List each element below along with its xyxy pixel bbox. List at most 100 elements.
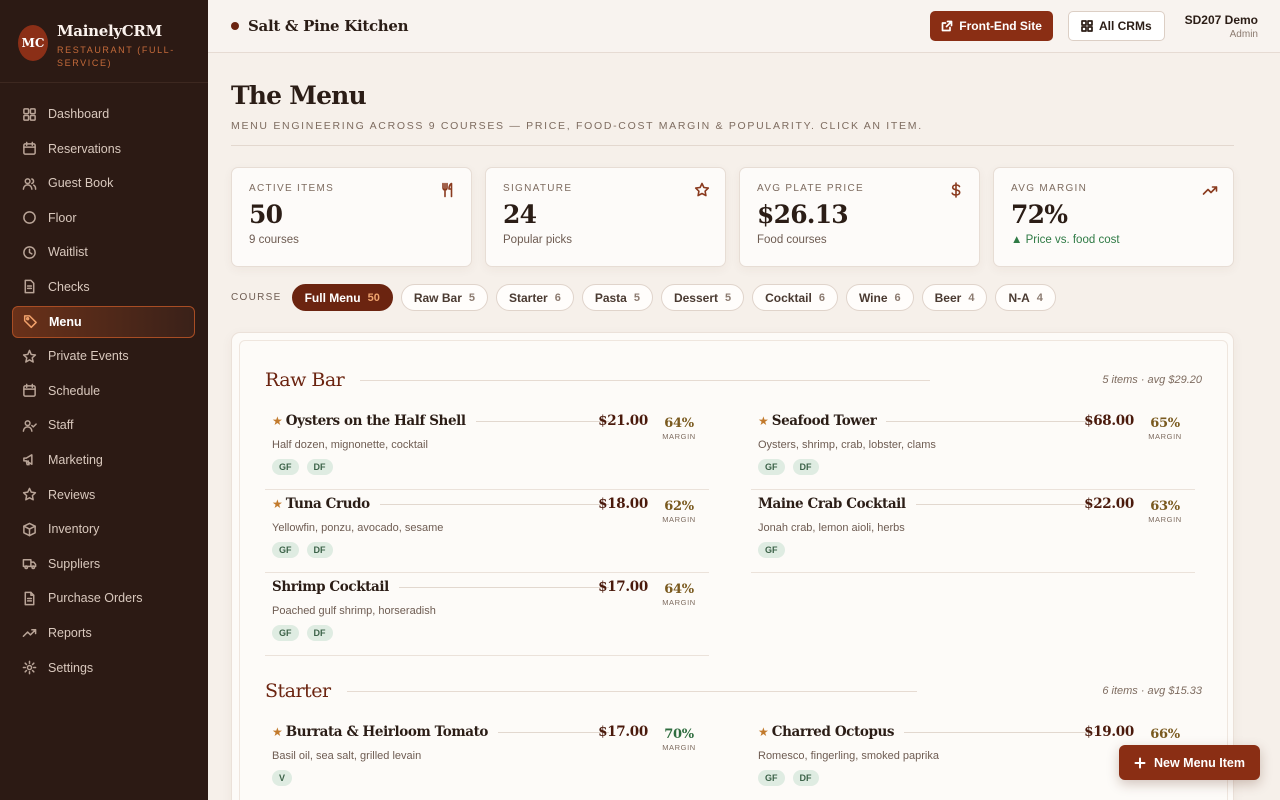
- item-price: $17.00: [598, 724, 648, 740]
- trend-icon: [22, 629, 37, 638]
- brand-name: MainelyCRM: [57, 22, 162, 40]
- sidebar-item-reports[interactable]: Reports: [12, 617, 195, 649]
- sidebar: MC MainelyCRM Restaurant (Full-Service) …: [0, 0, 208, 800]
- diet-tag: GF: [758, 770, 785, 786]
- grid-icon: [23, 107, 36, 121]
- signature-star-icon: ★: [272, 497, 283, 511]
- filter-label: Course: [231, 292, 282, 303]
- sidebar-item-floor[interactable]: Floor: [12, 202, 195, 234]
- sidebar-item-purchase-orders[interactable]: Purchase Orders: [12, 582, 195, 614]
- all-crms-button[interactable]: All CRMs: [1067, 11, 1165, 41]
- diet-tag: DF: [306, 625, 333, 641]
- filter-chip-starter[interactable]: Starter 6: [496, 284, 574, 311]
- item-description: Jonah crab, lemon aioli, herbs: [758, 522, 905, 534]
- course-header-raw-bar: Raw Bar 5 items · avg $29.20: [265, 369, 1202, 391]
- filter-chip-beer[interactable]: Beer 4: [921, 284, 988, 311]
- diet-tag: DF: [306, 459, 333, 475]
- item-description: Oysters, shrimp, crab, lobster, clams: [758, 439, 936, 451]
- sidebar-item-checks[interactable]: Checks: [12, 271, 195, 303]
- menu-item-shrimp-cocktail[interactable]: Shrimp Cocktail $17.00 64% Margin Poached…: [265, 573, 709, 656]
- sidebar-item-guest-book[interactable]: Guest Book: [12, 167, 195, 199]
- sidebar-item-inventory[interactable]: Inventory: [12, 513, 195, 545]
- filter-chip-pasta[interactable]: Pasta 5: [581, 284, 653, 311]
- page-title: The Menu: [231, 81, 367, 110]
- dotted-leader: [379, 503, 609, 505]
- sparkle-icon: [22, 349, 37, 363]
- chip-count: 6: [894, 291, 901, 304]
- sidebar-item-private-events[interactable]: Private Events: [12, 340, 195, 372]
- sidebar-item-label: Schedule: [48, 383, 101, 398]
- star-icon: [22, 487, 37, 501]
- item-price: $68.00: [1084, 413, 1134, 429]
- users-icon: [22, 177, 37, 190]
- filter-chip-n-a[interactable]: N-A 4: [995, 284, 1056, 311]
- menu-item-maine-crab-cocktail[interactable]: Maine Crab Cocktail $22.00 63% Margin Jon…: [751, 490, 1195, 573]
- sidebar-item-label: Waitlist: [48, 245, 88, 260]
- chip-label: Starter: [509, 290, 548, 305]
- all-crms-label: All CRMs: [1098, 19, 1152, 33]
- item-name: Burrata & Heirloom Tomato: [285, 724, 489, 740]
- sidebar-item-staff[interactable]: Staff: [12, 409, 195, 441]
- sidebar-item-label: Marketing: [48, 452, 103, 467]
- sidebar-item-label: Guest Book: [48, 176, 114, 191]
- course-meta: 6 items · avg $15.33: [1102, 685, 1202, 697]
- sidebar-item-suppliers[interactable]: Suppliers: [12, 548, 195, 580]
- item-description: Romesco, fingerling, smoked paprika: [758, 750, 939, 762]
- margin-label: Margin: [662, 515, 696, 524]
- brand[interactable]: MC MainelyCRM Restaurant (Full-Service): [0, 0, 208, 83]
- new-menu-item-label: New Menu Item: [1154, 755, 1245, 770]
- item-price: $19.00: [1084, 724, 1134, 740]
- receipt-icon: [24, 280, 35, 294]
- item-margin: 70%: [664, 727, 694, 742]
- menu-item-tuna-crudo[interactable]: ★ Tuna Crudo $18.00 62% Margin Yellowfin, …: [265, 490, 709, 573]
- filter-chip-wine[interactable]: Wine 6: [845, 284, 914, 311]
- trend-up-icon: [1202, 186, 1218, 195]
- stat-label: Active Items: [249, 183, 335, 194]
- dollar-icon: [951, 182, 961, 198]
- topbar: Salt & Pine Kitchen Front-End Site All C…: [208, 0, 1280, 53]
- chip-count: 4: [968, 291, 975, 304]
- user-menu[interactable]: SD207 Demo Admin: [1185, 13, 1258, 40]
- sidebar-item-menu[interactable]: Menu: [12, 305, 195, 338]
- sidebar-item-label: Purchase Orders: [48, 591, 143, 606]
- menu-item-burrata[interactable]: ★ Burrata & Heirloom Tomato $17.00 70% Mar…: [265, 718, 709, 800]
- calendar-icon: [23, 141, 36, 155]
- diet-tag: GF: [758, 459, 785, 475]
- sidebar-item-dashboard[interactable]: Dashboard: [12, 98, 195, 130]
- sidebar-item-marketing[interactable]: Marketing: [12, 444, 195, 476]
- utensils-icon: [442, 182, 453, 198]
- filter-chip-full-menu[interactable]: Full Menu 50: [291, 284, 393, 311]
- filter-chip-raw-bar[interactable]: Raw Bar 5: [400, 284, 488, 311]
- chip-label: Full Menu: [304, 290, 361, 305]
- sidebar-item-label: Suppliers: [48, 556, 101, 571]
- stat-card-active-items: Active Items 50 9 courses: [231, 167, 472, 267]
- main-content: The Menu Menu engineering across 9 cours…: [208, 54, 1280, 800]
- chip-count: 5: [468, 291, 475, 304]
- dotted-leader: [475, 420, 609, 422]
- menu-item-seafood-tower[interactable]: ★ Seafood Tower $68.00 65% Margin Oysters,…: [751, 407, 1195, 490]
- sidebar-item-reservations[interactable]: Reservations: [12, 133, 195, 165]
- item-margin: 63%: [1150, 499, 1180, 514]
- truck-icon: [22, 559, 37, 570]
- sidebar-item-label: Floor: [48, 210, 77, 225]
- diet-tag: GF: [758, 542, 785, 558]
- front-end-site-button[interactable]: Front-End Site: [930, 11, 1053, 41]
- star-icon: [694, 182, 710, 197]
- stat-value: $26.13: [757, 200, 849, 229]
- sidebar-item-reviews[interactable]: Reviews: [12, 479, 195, 511]
- filter-chip-dessert[interactable]: Dessert 5: [660, 284, 745, 311]
- location-name: Salt & Pine Kitchen: [248, 17, 409, 35]
- margin-label: Margin: [662, 598, 696, 607]
- item-name: Tuna Crudo: [285, 496, 370, 512]
- menu-item-oysters[interactable]: ★ Oysters on the Half Shell $21.00 64% Mar…: [265, 407, 709, 490]
- stat-note: Food courses: [757, 234, 827, 246]
- item-name: Charred Octopus: [771, 724, 895, 740]
- sidebar-item-settings[interactable]: Settings: [12, 652, 195, 684]
- sidebar-item-schedule[interactable]: Schedule: [12, 375, 195, 407]
- chip-label: Dessert: [673, 290, 718, 305]
- stat-label: Signature: [503, 183, 573, 194]
- sidebar-item-waitlist[interactable]: Waitlist: [12, 236, 195, 268]
- new-menu-item-button[interactable]: New Menu Item: [1119, 745, 1260, 780]
- filter-chip-cocktail[interactable]: Cocktail 6: [752, 284, 838, 311]
- chip-label: Pasta: [594, 290, 627, 305]
